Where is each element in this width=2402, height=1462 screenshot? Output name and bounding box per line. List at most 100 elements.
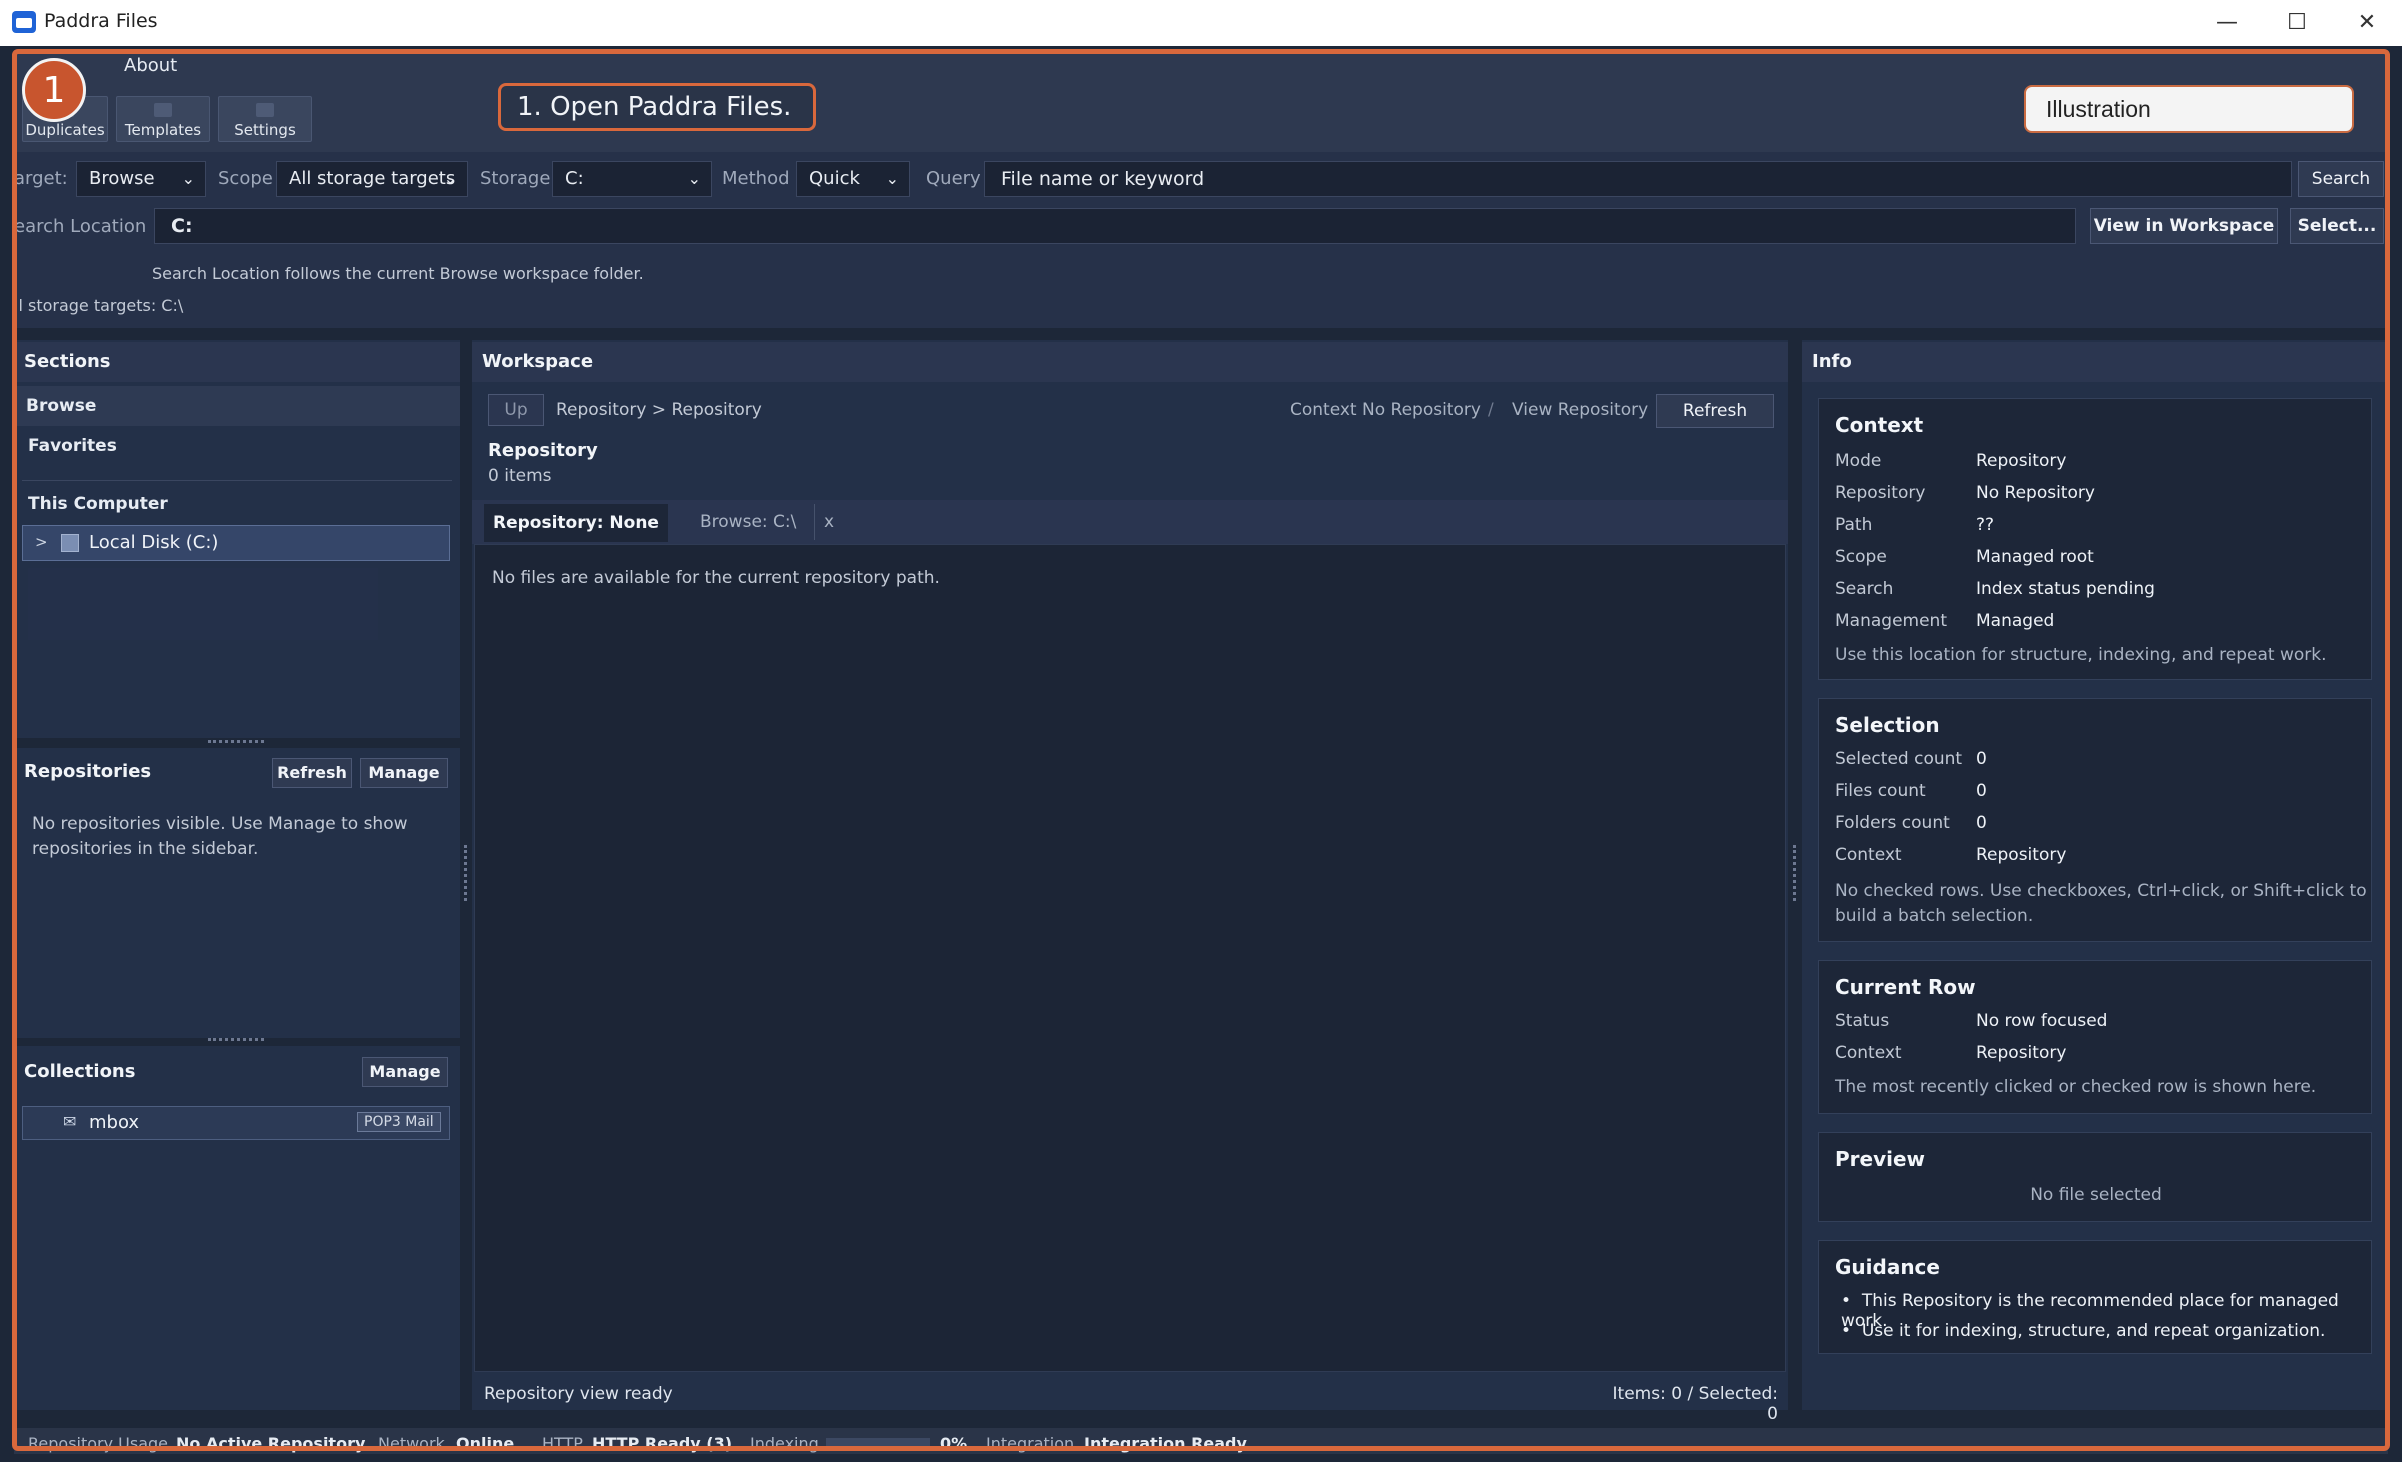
splitter-grip[interactable] [208, 740, 264, 743]
minimize-button[interactable]: — [2192, 0, 2262, 46]
context-title: Context [1835, 413, 1924, 437]
up-button[interactable]: Up [488, 394, 544, 426]
search-button[interactable]: Search [2298, 161, 2384, 197]
storage-label: Storage [480, 168, 551, 189]
right-splitter[interactable] [1793, 845, 1796, 901]
storage-select[interactable]: C: ⌄ [552, 161, 712, 197]
mode-label: Mode [1835, 451, 1882, 471]
folders-count-label: Folders count [1835, 813, 1950, 833]
section-browse[interactable]: Browse [14, 386, 460, 426]
scope-select[interactable]: All storage targets ⌄ [276, 161, 468, 197]
folders-count-value: 0 [1976, 813, 1987, 833]
repo-usage-value: No Active Repository [176, 1434, 366, 1453]
illustration-label: Illustration [2024, 85, 2354, 133]
drive-item-local-disk[interactable]: > Local Disk (C:) [22, 525, 450, 561]
sections-header: Sections [14, 342, 460, 382]
selected-count-value: 0 [1976, 749, 1987, 769]
workspace-title: Repository [488, 440, 598, 461]
view-in-workspace-button[interactable]: View in Workspace [2090, 208, 2278, 244]
context-card: Context Mode Repository Repository No Re… [1818, 398, 2372, 680]
workspace-refresh-button[interactable]: Refresh [1656, 394, 1774, 428]
breadcrumb[interactable]: Repository > Repository [556, 400, 762, 420]
settings-button[interactable]: Settings [218, 96, 312, 142]
scope-value: All storage targets [289, 168, 456, 189]
templates-button[interactable]: Templates [116, 96, 210, 142]
window-title: Paddra Files [44, 10, 158, 32]
context-note: Use this location for structure, indexin… [1835, 645, 2327, 665]
selection-note-line1: No checked rows. Use checkboxes, Ctrl+cl… [1835, 881, 2367, 901]
splitter-grip[interactable] [208, 1038, 264, 1041]
indexing-label: Indexing [750, 1434, 819, 1453]
search-label: Search [1835, 579, 1894, 599]
selection-title: Selection [1835, 713, 1940, 737]
workspace-tabbar [472, 500, 1788, 544]
repositories-empty-text: No repositories visible. Use Manage to s… [32, 814, 408, 859]
tab-divider [814, 504, 815, 540]
status-value: No row focused [1976, 1011, 2108, 1031]
path-label: Path [1835, 515, 1873, 535]
selection-context-value: Repository [1976, 845, 2067, 865]
target-select[interactable]: Browse ⌄ [76, 161, 206, 197]
guidance-title: Guidance [1835, 1255, 1940, 1279]
collection-item-mbox[interactable]: ✉ mbox POP3 Mail [22, 1106, 450, 1140]
indexing-progress [826, 1438, 930, 1448]
method-select[interactable]: Quick ⌄ [796, 161, 910, 197]
mail-icon: ✉ [63, 1112, 77, 1131]
collection-badge: POP3 Mail [357, 1112, 441, 1132]
collections-manage-button[interactable]: Manage [362, 1057, 448, 1087]
left-splitter[interactable] [464, 845, 467, 901]
select-location-button[interactable]: Select... [2290, 208, 2384, 244]
tree-expander[interactable]: > [35, 533, 48, 551]
close-button[interactable]: ✕ [2332, 0, 2402, 46]
status-label: Status [1835, 1011, 1890, 1031]
repo-usage-label: Repository Usage [28, 1434, 169, 1453]
network-label: Network [378, 1434, 445, 1453]
selected-count-label: Selected count [1835, 749, 1963, 769]
workspace-context-label: Context No Repository [1290, 400, 1481, 420]
this-computer-heading: This Computer [28, 494, 168, 514]
repositories-refresh-button[interactable]: Refresh [272, 758, 352, 788]
window-titlebar: Paddra Files — ☐ ✕ [0, 0, 2402, 46]
chevron-down-icon: ⌄ [443, 169, 457, 188]
row-context-label: Context [1835, 1043, 1902, 1063]
query-input[interactable]: File name or keyword [984, 161, 2292, 197]
menu-about[interactable]: About [124, 55, 177, 76]
repository-label: Repository [1835, 483, 1926, 503]
scope-value: Managed root [1976, 547, 2094, 567]
workspace-item-count: 0 items [488, 466, 552, 486]
http-value: HTTP Ready (3) [592, 1434, 733, 1453]
repositories-manage-button[interactable]: Manage [360, 758, 448, 788]
scope-label: Scope [218, 168, 273, 189]
status-bar: Repository Usage No Active Repository Ne… [14, 1428, 2388, 1454]
files-count-value: 0 [1976, 781, 1987, 801]
app-icon [12, 11, 36, 33]
section-favorites[interactable]: Favorites [28, 436, 117, 456]
method-label: Method [722, 168, 790, 189]
path-value: ?? [1976, 515, 1995, 535]
current-row-card: Current Row Status No row focused Contex… [1818, 960, 2372, 1114]
tab-close-button[interactable]: x [824, 512, 834, 532]
view-repository-link[interactable]: View Repository [1512, 400, 1648, 420]
step-number-badge: 1 [22, 58, 86, 122]
maximize-button[interactable]: ☐ [2262, 0, 2332, 46]
tab-browse[interactable]: Browse: C:\ [700, 512, 796, 532]
preview-card: Preview No file selected [1818, 1132, 2372, 1222]
search-location-note: Search Location follows the current Brow… [152, 264, 644, 283]
workspace-status: Repository view ready [484, 1384, 673, 1404]
storage-targets-note: ll storage targets: C:\ [14, 296, 184, 315]
management-value: Managed [1976, 611, 2055, 631]
mode-value: Repository [1976, 451, 2067, 471]
http-label: HTTP [542, 1434, 583, 1453]
query-label: Query [926, 168, 981, 189]
preview-empty-text: No file selected [2030, 1185, 2162, 1205]
search-location-input[interactable]: C: [154, 208, 2076, 244]
file-list[interactable] [474, 544, 1786, 1372]
integration-value: Integration Ready [1084, 1434, 1247, 1453]
method-value: Quick [809, 168, 860, 189]
search-location-label: earch Location [14, 216, 147, 237]
integration-label: Integration [986, 1434, 1075, 1453]
tab-repository[interactable]: Repository: None [484, 504, 668, 542]
selection-card: Selection Selected count 0 Files count 0… [1818, 698, 2372, 942]
step-callout: 1. Open Paddra Files. [498, 83, 816, 131]
network-value: Online [456, 1434, 515, 1453]
